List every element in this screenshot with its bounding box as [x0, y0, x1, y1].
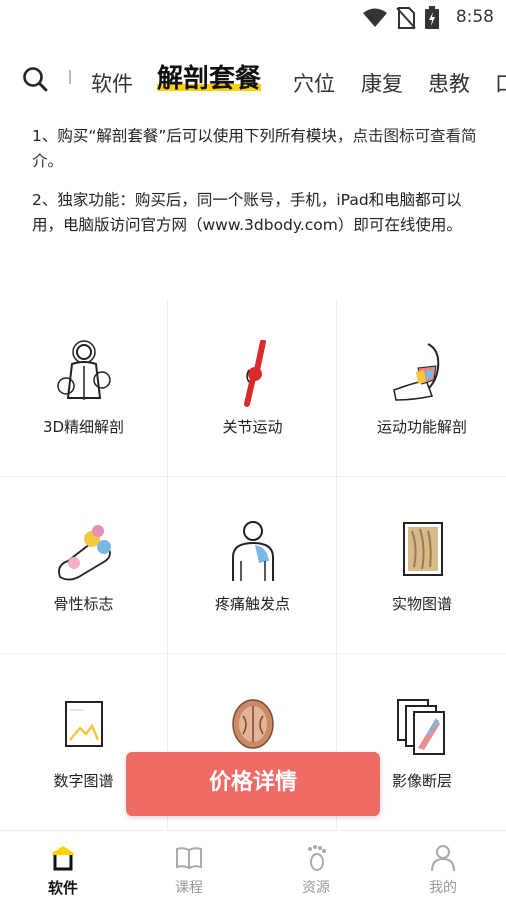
nav-label: 资源: [302, 880, 330, 896]
search-icon[interactable]: [22, 66, 48, 92]
module-specimen-atlas[interactable]: 实物图谱: [338, 477, 506, 654]
knee-joint-icon: [243, 340, 266, 407]
wifi-icon: [363, 8, 387, 27]
module-label: 3D精细解剖: [42, 418, 125, 436]
nav-software[interactable]: 软件: [0, 831, 126, 901]
digital-atlas-icon: [64, 701, 103, 747]
module-label: 疼痛触发点: [214, 595, 290, 613]
book-icon: [176, 847, 202, 870]
shoulder-muscle-icon: [393, 343, 440, 401]
clock: 8:58: [455, 7, 494, 27]
home-icon: [52, 846, 74, 871]
bone-landmark-icon: [57, 525, 111, 581]
nav-courses[interactable]: 课程: [126, 831, 252, 901]
tab-more[interactable]: 口: [495, 68, 506, 98]
intro-paragraph-2: 2、独家功能：购买后，同一个账号，手机，iPad和电脑都可以用，电脑版访问官方网…: [32, 191, 462, 234]
nav-label: 我的: [429, 880, 457, 896]
module-label: 骨性标志: [53, 595, 114, 613]
battery-charging-icon: [425, 6, 439, 29]
nav-label: 软件: [47, 879, 78, 897]
nav-label: 课程: [175, 880, 203, 896]
specimen-photo-icon: [403, 522, 443, 576]
bottom-nav: 软件 课程 资源 我的: [0, 830, 506, 901]
intro-text-1: 1、购买“解剖套餐”后可以使用下列所有模块，: [32, 127, 353, 145]
module-grid: 3D精细解剖 关节运动 运动功能解剖 骨性标志 疼痛触发点 实物图谱 数字图谱 …: [0, 300, 506, 831]
no-sim-icon: [396, 7, 416, 29]
tab-rehab[interactable]: 康复: [361, 68, 403, 98]
nav-resources[interactable]: 资源: [253, 831, 379, 901]
module-functional-anatomy[interactable]: 运动功能解剖: [338, 300, 506, 477]
intro-paragraph-1: 1、购买“解剖套餐”后可以使用下列所有模块，点击图标可查看简介。: [32, 124, 478, 174]
module-trigger-points[interactable]: 疼痛触发点: [169, 477, 337, 654]
status-bar: 8:58: [0, 0, 506, 36]
tab-patient-education[interactable]: 患教: [428, 68, 470, 98]
module-bone-landmarks[interactable]: 骨性标志: [0, 477, 168, 654]
module-label: 运动功能解剖: [376, 418, 467, 436]
user-icon: [431, 845, 455, 872]
divider: [69, 70, 71, 84]
intro-text: 1、购买“解剖套餐”后可以使用下列所有模块，点击图标可查看简介。 2、独家功能：…: [32, 124, 478, 252]
tab-label: 解剖套餐: [157, 64, 262, 94]
tab-software[interactable]: 软件: [91, 68, 133, 98]
module-label: 实物图谱: [391, 595, 452, 613]
nav-profile[interactable]: 我的: [380, 831, 506, 901]
body-anatomy-icon: [56, 340, 111, 400]
tab-acupoints[interactable]: 穴位: [293, 68, 335, 98]
module-label: 关节运动: [222, 418, 283, 436]
tab-anatomy-package[interactable]: 解剖套餐: [157, 58, 262, 95]
trigger-point-icon: [231, 521, 274, 581]
imaging-slice-icon: [397, 699, 445, 755]
module-joint-motion[interactable]: 关节运动: [169, 300, 337, 477]
top-tab-bar: 软件 解剖套餐 穴位 康复 患教 口: [0, 56, 506, 106]
module-3d-anatomy[interactable]: 3D精细解剖: [0, 300, 168, 477]
price-details-button[interactable]: 价格详情: [126, 752, 380, 816]
footprint-icon: [308, 845, 326, 871]
